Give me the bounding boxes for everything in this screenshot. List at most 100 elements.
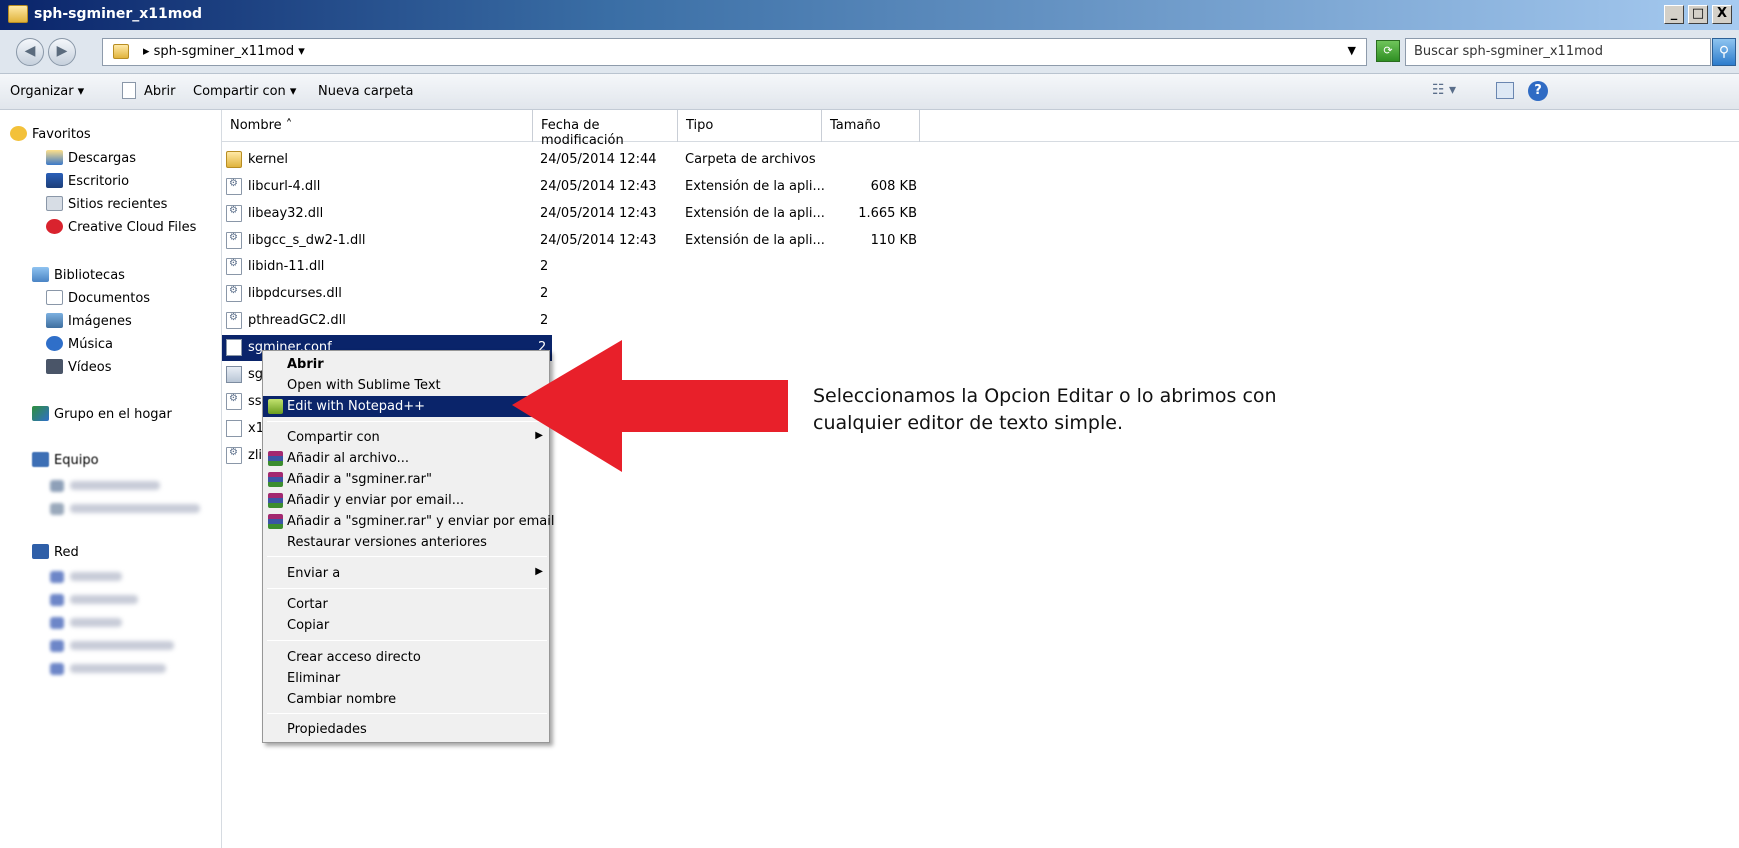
organize-button[interactable]: Organizar ▾ — [10, 84, 84, 99]
winrar-icon — [268, 514, 283, 529]
file-type: Carpeta de archivos — [685, 152, 816, 167]
file-row[interactable]: libeay32.dll 24/05/2014 12:43 Extensión … — [222, 201, 932, 227]
blurred-label — [70, 481, 160, 490]
file-date: 24/05/2014 12:44 — [540, 152, 657, 167]
menu-separator — [267, 713, 547, 714]
menu-separator — [267, 556, 547, 557]
menu-label: Open with Sublime Text — [287, 378, 441, 393]
music-icon — [46, 336, 63, 351]
nav-network[interactable]: Red — [32, 544, 79, 560]
file-name: libpdcurses.dll — [248, 286, 342, 301]
dll-icon — [226, 205, 242, 222]
menu-create-shortcut[interactable]: Crear acceso directo — [263, 647, 549, 668]
nav-homegroup[interactable]: Grupo en el hogar — [32, 406, 172, 422]
winrar-icon — [268, 472, 283, 487]
images-icon — [46, 313, 63, 328]
address-bar-area: ◀ ▶ ▸ sph-sgminer_x11mod ▾ ▼ ⟳ Buscar sp… — [0, 30, 1739, 74]
back-button[interactable]: ◀ — [16, 38, 44, 66]
chevron-down-icon[interactable]: ▼ — [1348, 44, 1356, 57]
nav-libraries[interactable]: Bibliotecas — [32, 267, 125, 283]
menu-copy[interactable]: Copiar — [263, 615, 549, 636]
nav-music[interactable]: Música — [46, 336, 113, 352]
menu-edit-notepad[interactable]: Edit with Notepad++ — [263, 396, 549, 417]
menu-label: Compartir con — [287, 430, 380, 445]
forward-button[interactable]: ▶ — [48, 38, 76, 66]
nav-computer[interactable]: Equipo — [32, 452, 99, 468]
menu-delete[interactable]: Eliminar — [263, 668, 549, 689]
navigation-pane: Favoritos Descargas Escritorio Sitios re… — [0, 110, 222, 848]
nav-downloads[interactable]: Descargas — [46, 150, 136, 166]
dll-icon — [226, 232, 242, 249]
menu-open-sublime[interactable]: Open with Sublime Text — [263, 375, 549, 396]
menu-label: Añadir a "sgminer.rar" y enviar por emai… — [287, 514, 555, 529]
menu-label: Añadir al archivo... — [287, 451, 409, 466]
menu-add-rar[interactable]: Añadir a "sgminer.rar" — [263, 469, 549, 490]
nav-images[interactable]: Imágenes — [46, 313, 132, 329]
menu-share-with[interactable]: Compartir con ▶ — [263, 427, 549, 448]
file-row[interactable]: libcurl-4.dll 24/05/2014 12:43 Extensión… — [222, 174, 932, 200]
menu-open[interactable]: Abrir — [263, 354, 549, 375]
column-name[interactable]: Nombre ˄ — [222, 110, 533, 142]
nav-favorites[interactable]: Favoritos — [10, 126, 91, 142]
menu-add-archive[interactable]: Añadir al archivo... — [263, 448, 549, 469]
nav-recent[interactable]: Sitios recientes — [46, 196, 167, 212]
file-row[interactable]: libpdcurses.dll 2 — [222, 281, 932, 307]
search-placeholder: Buscar sph-sgminer_x11mod — [1414, 44, 1603, 59]
arrow-shape — [512, 340, 788, 472]
file-size: 110 KB — [870, 233, 917, 248]
menu-label: Cambiar nombre — [287, 692, 397, 707]
help-icon[interactable]: ? — [1528, 81, 1548, 101]
nav-videos[interactable]: Vídeos — [46, 359, 111, 375]
share-button[interactable]: Compartir con ▾ — [193, 84, 296, 99]
nav-creative-cloud[interactable]: Creative Cloud Files — [46, 219, 196, 235]
menu-properties[interactable]: Propiedades — [263, 719, 549, 740]
view-options-icon[interactable]: ☷ ▾ — [1432, 82, 1456, 98]
search-icon[interactable]: ⚲ — [1712, 38, 1736, 66]
nav-label: Equipo — [54, 453, 99, 468]
file-row[interactable]: libidn-11.dll 2 — [222, 254, 932, 280]
preview-pane-icon[interactable] — [1496, 82, 1514, 99]
column-date[interactable]: Fecha de modificación — [533, 110, 678, 148]
file-row[interactable]: zlib — [222, 443, 270, 469]
drive-icon — [50, 503, 64, 515]
file-row[interactable]: libgcc_s_dw2-1.dll 24/05/2014 12:43 Exte… — [222, 228, 932, 254]
menu-restore-versions[interactable]: Restaurar versiones anteriores — [263, 532, 549, 553]
drive-icon — [50, 480, 64, 492]
menu-add-rar-email[interactable]: Añadir a "sgminer.rar" y enviar por emai… — [263, 511, 554, 532]
address-field[interactable]: ▸ sph-sgminer_x11mod ▾ ▼ — [102, 38, 1367, 66]
column-type[interactable]: Tipo — [678, 110, 822, 142]
menu-send-to[interactable]: Enviar a ▶ — [263, 563, 549, 584]
dll-icon — [226, 393, 242, 410]
maximize-button[interactable]: □ — [1688, 5, 1708, 24]
nav-label: Imágenes — [68, 314, 132, 329]
menu-cut[interactable]: Cortar — [263, 594, 549, 615]
dll-icon — [226, 447, 242, 464]
column-header: Nombre ˄ Fecha de modificación Tipo Tama… — [222, 110, 1739, 148]
winrar-icon — [268, 493, 283, 508]
desktop-icon — [46, 173, 63, 188]
menu-rename[interactable]: Cambiar nombre — [263, 689, 549, 710]
file-row[interactable]: sgr — [222, 362, 268, 388]
annotation-line: cualquier editor de texto simple. — [813, 412, 1123, 434]
refresh-button[interactable]: ⟳ — [1376, 40, 1400, 62]
file-row[interactable]: kernel 24/05/2014 12:44 Carpeta de archi… — [222, 147, 932, 173]
menu-label: Eliminar — [287, 671, 341, 686]
nav-documents[interactable]: Documentos — [46, 290, 150, 306]
minimize-button[interactable]: _ — [1664, 5, 1684, 24]
file-row[interactable]: pthreadGC2.dll 2 — [222, 308, 932, 334]
nav-label: Grupo en el hogar — [54, 407, 172, 422]
nav-label: Descargas — [68, 151, 137, 166]
new-folder-button[interactable]: Nueva carpeta — [318, 84, 414, 99]
file-row[interactable]: x1 — [222, 416, 264, 442]
close-button[interactable]: X — [1712, 5, 1732, 24]
column-size[interactable]: Tamaño — [822, 110, 920, 142]
nav-desktop[interactable]: Escritorio — [46, 173, 129, 189]
submenu-arrow-icon: ▶ — [535, 566, 543, 577]
open-button[interactable]: Abrir — [144, 84, 175, 99]
menu-label: Abrir — [287, 357, 324, 372]
search-input[interactable]: Buscar sph-sgminer_x11mod — [1405, 38, 1711, 66]
file-row[interactable]: ssl — [222, 389, 265, 415]
menu-add-email[interactable]: Añadir y enviar por email... — [263, 490, 549, 511]
network-icon — [32, 544, 49, 559]
nav-label: Sitios recientes — [68, 197, 168, 212]
